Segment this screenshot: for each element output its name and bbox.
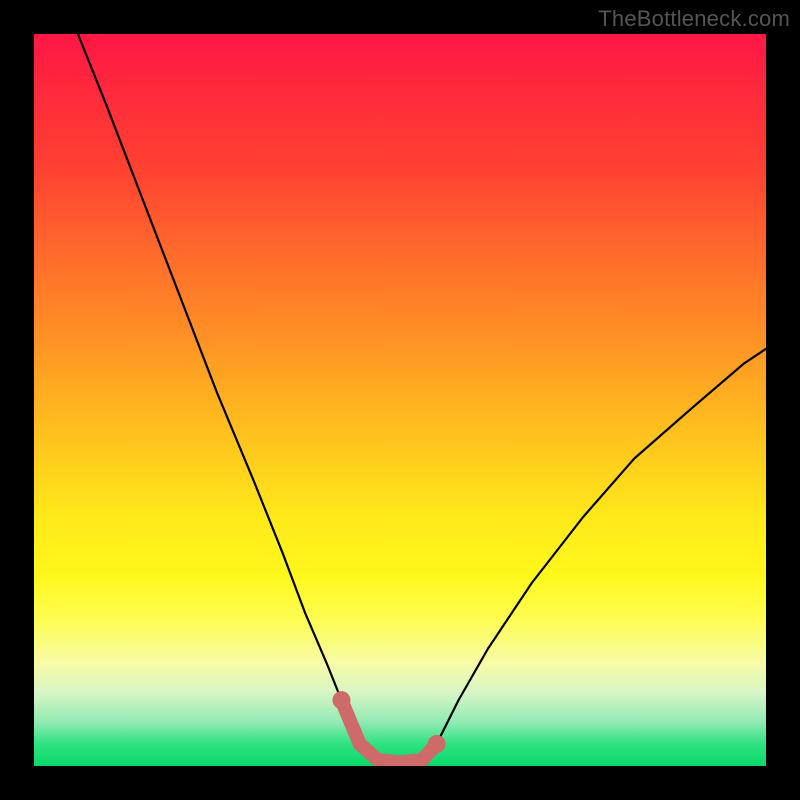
chart-svg (34, 34, 766, 766)
highlight-point (332, 691, 350, 709)
watermark-text: TheBottleneck.com (598, 6, 790, 32)
bottom-highlight (341, 700, 436, 762)
bottleneck-curve (78, 34, 766, 762)
plot-area (34, 34, 766, 766)
highlight-point (428, 735, 446, 753)
chart-frame: TheBottleneck.com (0, 0, 800, 800)
